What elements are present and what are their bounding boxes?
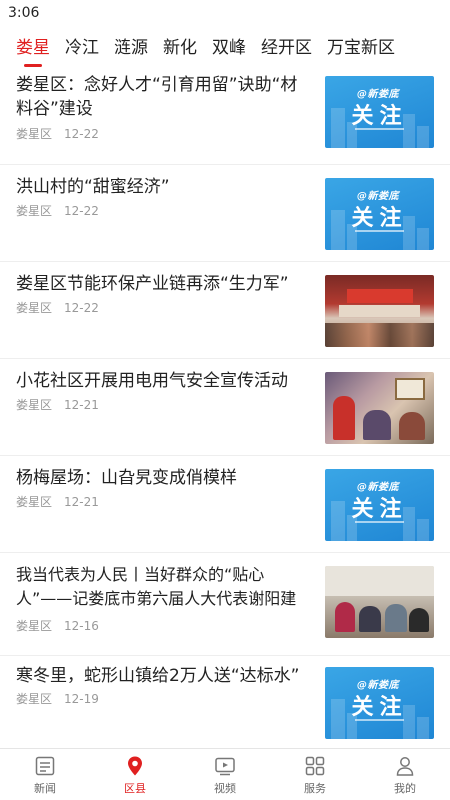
news-source: 娄星区 xyxy=(16,301,53,315)
news-source: 娄星区 xyxy=(16,204,53,218)
news-date: 12-21 xyxy=(64,495,99,509)
county-tab-bar: 娄星 冷江 涟源 新化 双峰 经开区 万宝新区 xyxy=(0,26,450,64)
news-source: 娄星区 xyxy=(16,398,53,412)
status-time: 3:06 xyxy=(8,5,40,21)
follow-text: 关注 xyxy=(351,104,408,129)
news-title: 我当代表为人民丨当好群众的“贴心人”——记娄底市第六届人大代表谢阳建 xyxy=(16,565,297,608)
follow-thumbnail: @新娄底 关注 xyxy=(325,469,434,541)
news-photo xyxy=(325,566,434,638)
news-item[interactable]: 娄星区：念好人才“引育用留”诀助“材料谷”建设 娄星区 12-22 @新娄底 关注 xyxy=(0,68,450,165)
tab-lianyuan[interactable]: 涟源 xyxy=(114,33,148,64)
follow-thumbnail: @新娄底 关注 xyxy=(325,667,434,739)
tab-xinhua[interactable]: 新化 xyxy=(163,33,197,64)
nav-video[interactable]: 视频 xyxy=(180,749,270,800)
nav-service[interactable]: 服务 xyxy=(270,749,360,800)
nav-county-label: 区县 xyxy=(124,782,146,795)
news-source: 娄星区 xyxy=(16,619,53,633)
follow-thumbnail: @新娄底 关注 xyxy=(325,76,434,148)
news-item[interactable]: 我当代表为人民丨当好群众的“贴心人”——记娄底市第六届人大代表谢阳建 娄星区 12… xyxy=(0,553,450,656)
news-item[interactable]: 娄星区节能环保产业链再添“生力军” 娄星区 12-22 xyxy=(0,262,450,359)
nav-county[interactable]: 区县 xyxy=(90,749,180,800)
nav-service-label: 服务 xyxy=(304,782,326,795)
news-date: 12-16 xyxy=(64,619,99,633)
news-meta: 娄星区 12-21 xyxy=(16,493,99,510)
location-pin-icon xyxy=(124,755,146,777)
news-title: 杨梅屋场：山旮旯变成俏模样 xyxy=(16,468,237,488)
news-item[interactable]: 杨梅屋场：山旮旯变成俏模样 娄星区 12-21 @新娄底 关注 xyxy=(0,456,450,553)
news-photo xyxy=(325,275,434,347)
nav-news-label: 新闻 xyxy=(34,782,56,795)
news-meta: 娄星区 12-16 xyxy=(16,617,99,634)
tab-wanbao-xinqu[interactable]: 万宝新区 xyxy=(327,33,395,64)
tab-louxing[interactable]: 娄星 xyxy=(16,33,50,64)
bottom-navigation: 新闻 区县 视频 服务 我的 xyxy=(0,748,450,800)
news-title: 洪山村的“甜蜜经济” xyxy=(16,177,170,197)
news-item[interactable]: 小花社区开展用电用气安全宣传活动 娄星区 12-21 xyxy=(0,359,450,456)
follow-text: 关注 xyxy=(351,695,408,720)
nav-mine-label: 我的 xyxy=(394,782,416,795)
news-photo xyxy=(325,372,434,444)
news-date: 12-21 xyxy=(64,398,99,412)
news-date: 12-22 xyxy=(64,127,99,141)
news-meta: 娄星区 12-19 xyxy=(16,690,99,707)
news-item[interactable]: 寒冬里，蛇形山镇给2万人送“达标水” 娄星区 12-19 @新娄底 关注 xyxy=(0,656,450,748)
news-date: 12-19 xyxy=(64,692,99,706)
news-meta: 娄星区 12-21 xyxy=(16,396,99,413)
news-title: 小花社区开展用电用气安全宣传活动 xyxy=(16,371,288,391)
user-icon xyxy=(394,755,416,777)
news-source: 娄星区 xyxy=(16,495,53,509)
news-meta: 娄星区 12-22 xyxy=(16,202,99,219)
video-icon xyxy=(214,755,236,777)
news-title: 娄星区节能环保产业链再添“生力军” xyxy=(16,274,289,294)
news-source: 娄星区 xyxy=(16,127,53,141)
news-title: 寒冬里，蛇形山镇给2万人送“达标水” xyxy=(16,666,300,686)
follow-thumbnail: @新娄底 关注 xyxy=(325,178,434,250)
tab-jingkaiqu[interactable]: 经开区 xyxy=(261,33,312,64)
follow-text: 关注 xyxy=(351,497,408,522)
news-source: 娄星区 xyxy=(16,692,53,706)
tab-shuangfeng[interactable]: 双峰 xyxy=(212,33,246,64)
tab-lengjiang[interactable]: 冷江 xyxy=(65,33,99,64)
news-item[interactable]: 洪山村的“甜蜜经济” 娄星区 12-22 @新娄底 关注 xyxy=(0,165,450,262)
nav-video-label: 视频 xyxy=(214,782,236,795)
grid-icon xyxy=(304,755,326,777)
news-icon xyxy=(34,755,56,777)
news-date: 12-22 xyxy=(64,301,99,315)
news-meta: 娄星区 12-22 xyxy=(16,299,99,316)
news-title: 娄星区：念好人才“引育用留”诀助“材料谷”建设 xyxy=(16,75,298,119)
nav-mine[interactable]: 我的 xyxy=(360,749,450,800)
follow-text: 关注 xyxy=(351,206,408,231)
news-date: 12-22 xyxy=(64,204,99,218)
news-feed: 娄星区：念好人才“引育用留”诀助“材料谷”建设 娄星区 12-22 @新娄底 关注… xyxy=(0,68,450,748)
status-bar: 3:06 xyxy=(0,0,450,26)
news-meta: 娄星区 12-22 xyxy=(16,125,99,142)
nav-news[interactable]: 新闻 xyxy=(0,749,90,800)
